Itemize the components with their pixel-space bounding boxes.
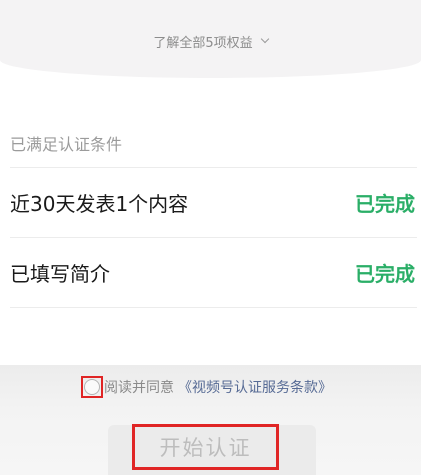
start-verification-button[interactable]: 开始认证 <box>132 424 279 470</box>
agreement-row: 阅读并同意 《视频号认证服务条款》 <box>81 374 332 400</box>
requirement-row-posts: 近30天发表1个内容 已完成 <box>10 167 417 237</box>
start-button-label: 开始认证 <box>159 436 252 460</box>
radio-unchecked-icon[interactable] <box>84 379 100 395</box>
requirement-status: 已完成 <box>355 262 415 286</box>
chevron-down-icon <box>260 34 269 44</box>
benefits-link-label: 了解全部5项权益 <box>153 35 253 51</box>
section-title: 已满足认证条件 <box>10 135 123 154</box>
agreement-text: 阅读并同意 <box>104 380 174 396</box>
agree-radio-highlight[interactable] <box>81 376 103 398</box>
requirement-row-bio: 已填写简介 已完成 <box>10 237 417 308</box>
requirement-label: 近30天发表1个内容 <box>10 192 189 216</box>
requirement-status: 已完成 <box>355 192 415 216</box>
view-all-benefits-link[interactable]: 了解全部5项权益 <box>0 30 421 52</box>
terms-link[interactable]: 《视频号认证服务条款》 <box>178 377 332 397</box>
requirement-label: 已填写简介 <box>10 262 110 286</box>
